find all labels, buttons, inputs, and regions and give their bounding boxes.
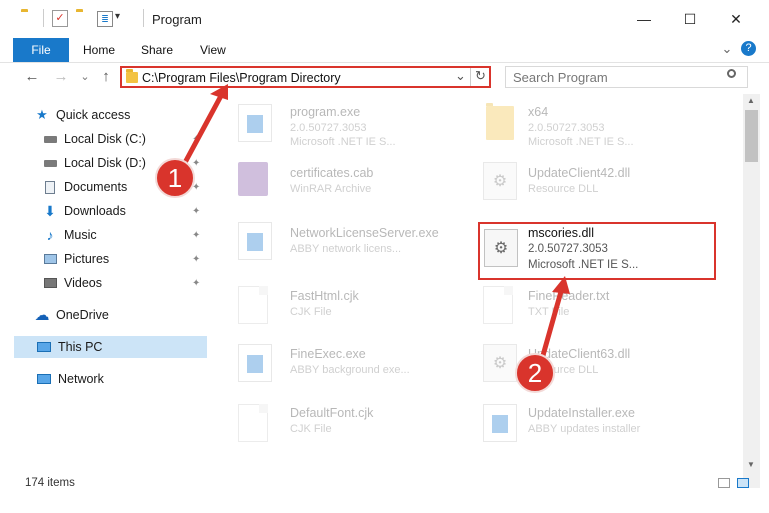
- details-view-icon[interactable]: [718, 478, 730, 488]
- scroll-up-icon[interactable]: ▲: [747, 96, 755, 105]
- item-count: 174 items: [25, 477, 75, 489]
- step-badge-2: 2: [515, 353, 555, 393]
- scroll-down-icon[interactable]: ▼: [747, 460, 755, 469]
- annotation-arrows: [178, 84, 570, 369]
- tiles-view-icon[interactable]: [737, 478, 749, 488]
- scrollbar-thumb[interactable]: [745, 110, 758, 162]
- step-badge-1: 1: [155, 158, 195, 198]
